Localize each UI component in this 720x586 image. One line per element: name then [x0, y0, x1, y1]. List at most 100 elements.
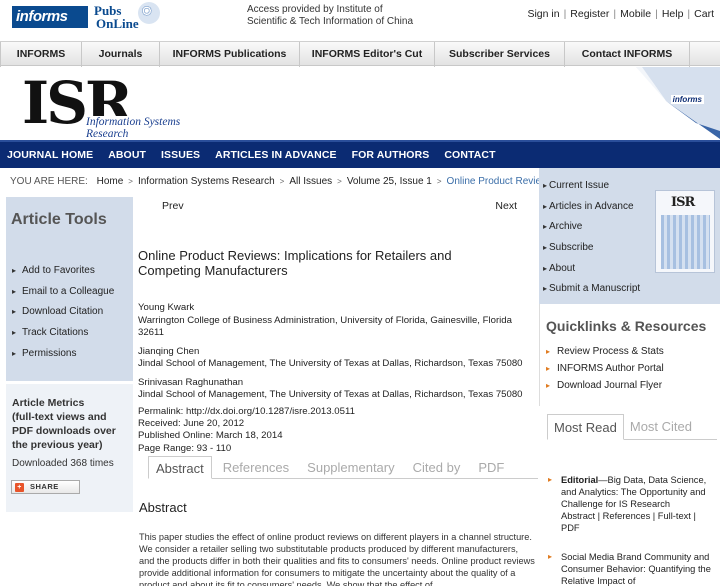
tab-abstract[interactable]: Abstract — [148, 456, 212, 479]
author-entry: Young Kwark Warrington College of Busine… — [138, 302, 538, 340]
list-item[interactable]: Editorial—Big Data, Data Science, and An… — [545, 474, 717, 534]
quicklinks-title: Quicklinks & Resources — [546, 318, 707, 334]
article-main: Prev Next Online Product Reviews: Implic… — [138, 195, 538, 586]
nav-informs-publications[interactable]: INFORMS Publications — [160, 42, 300, 67]
page-range: Page Range: 93 - 110 — [138, 442, 232, 454]
chevron-right-icon: > — [128, 177, 133, 186]
nav-contact[interactable]: CONTACT — [444, 149, 495, 161]
download-count: Downloaded 368 times — [12, 458, 114, 469]
breadcrumb-prefix: YOU ARE HERE: — [10, 176, 88, 187]
submit-manuscript-link[interactable]: Submit a Manuscript — [543, 282, 640, 303]
access-provided-text: Access provided by Institute of Scientif… — [247, 4, 414, 27]
tab-pdf[interactable]: PDF — [471, 456, 511, 478]
nav-subscriber-services[interactable]: Subscriber Services — [435, 42, 565, 67]
abstract-text: This paper studies the effect of online … — [139, 532, 535, 586]
author-list: Young Kwark Warrington College of Busine… — [138, 302, 538, 408]
breadcrumb-home[interactable]: Home — [97, 176, 124, 187]
author-affiliation: Warrington College of Business Administr… — [138, 314, 512, 339]
current-issue-link[interactable]: Current Issue — [543, 179, 640, 200]
nav-about[interactable]: ABOUT — [108, 149, 146, 161]
add-to-favorites-link[interactable]: Add to Favorites — [12, 264, 114, 285]
prev-link[interactable]: Prev — [162, 200, 184, 212]
breadcrumb-issue[interactable]: Volume 25, Issue 1 — [347, 176, 432, 187]
email-colleague-link[interactable]: Email to a Colleague — [12, 285, 114, 306]
article-tools-list: Add to Favorites Email to a Colleague Do… — [12, 264, 114, 367]
author-name[interactable]: Srinivasan Raghunathan — [138, 377, 538, 390]
right-sidebar: Current Issue Articles in Advance Archiv… — [539, 168, 720, 586]
share-icon: + — [15, 483, 24, 492]
about-link[interactable]: About — [543, 262, 640, 283]
nav-journals[interactable]: Journals — [82, 42, 160, 67]
account-links: Sign in | Register | Mobile | Help | Cart — [527, 8, 714, 20]
global-nav: INFORMS Journals INFORMS Publications IN… — [0, 41, 720, 67]
quicklinks-list: Review Process & Stats INFORMS Author Po… — [546, 346, 664, 397]
journal-flyer-link[interactable]: Download Journal Flyer — [546, 380, 664, 397]
breadcrumb-all-issues[interactable]: All Issues — [289, 176, 332, 187]
tab-most-read[interactable]: Most Read — [547, 414, 624, 440]
share-button[interactable]: + SHARE — [11, 480, 80, 494]
permalink-link[interactable]: http://dx.doi.org/10.1287/isre.2013.0511 — [186, 406, 355, 417]
chevron-right-icon: > — [436, 177, 442, 186]
tab-most-cited[interactable]: Most Cited — [624, 414, 698, 439]
tab-cited-by[interactable]: Cited by — [406, 456, 468, 478]
informs-logo[interactable]: informs — [12, 6, 88, 28]
journal-cover-image[interactable]: ISR — [655, 190, 715, 273]
nav-issues[interactable]: ISSUES — [161, 149, 200, 161]
download-citation-link[interactable]: Download Citation — [12, 305, 114, 326]
register-link[interactable]: Register — [570, 8, 609, 20]
list-item[interactable]: Social Media Brand Community and Consume… — [545, 551, 717, 586]
subscribe-link[interactable]: Subscribe — [543, 241, 640, 262]
most-read-list: Editorial—Big Data, Data Science, and An… — [545, 474, 717, 586]
author-name[interactable]: Young Kwark — [138, 302, 538, 315]
most-tabs: Most Read Most Cited — [547, 414, 717, 440]
isr-logo[interactable]: ISR Information Systems Research — [22, 73, 222, 140]
article-title: Online Product Reviews: Implications for… — [138, 248, 452, 278]
cart-link[interactable]: Cart — [694, 8, 714, 20]
chevron-right-icon: > — [279, 177, 285, 186]
archive-link[interactable]: Archive — [543, 220, 640, 241]
tab-supplementary[interactable]: Supplementary — [300, 456, 401, 478]
breadcrumb-journal[interactable]: Information Systems Research — [138, 176, 275, 187]
journal-links-box: Current Issue Articles in Advance Archiv… — [539, 168, 720, 304]
article-pager: Prev Next — [162, 200, 517, 212]
published-date: Published Online: March 18, 2014 — [138, 430, 283, 442]
left-sidebar: Article Tools Add to Favorites Email to … — [6, 197, 133, 582]
article-metrics-title: Article Metrics — [12, 397, 85, 409]
mobile-link[interactable]: Mobile — [620, 8, 651, 20]
next-link[interactable]: Next — [495, 200, 517, 212]
author-portal-link[interactable]: INFORMS Author Portal — [546, 363, 664, 380]
nav-contact-informs[interactable]: Contact INFORMS — [565, 42, 690, 67]
informs-corner-badge: informs — [670, 95, 704, 104]
journal-nav: JOURNAL HOME ABOUT ISSUES ARTICLES IN AD… — [0, 140, 720, 168]
journal-links-list: Current Issue Articles in Advance Archiv… — [543, 179, 640, 303]
track-citations-link[interactable]: Track Citations — [12, 326, 114, 347]
nav-articles-in-advance[interactable]: ARTICLES IN ADVANCE — [215, 149, 337, 161]
permalink-label: Permalink: — [138, 406, 184, 417]
journal-banner: ISR Information Systems Research informs — [0, 67, 720, 140]
globe-icon — [138, 2, 160, 24]
chevron-right-icon: > — [337, 177, 342, 186]
nav-for-authors[interactable]: FOR AUTHORS — [352, 149, 430, 161]
articles-in-advance-link[interactable]: Articles in Advance — [543, 200, 640, 221]
article-tools-title: Article Tools — [11, 211, 107, 228]
article-meta: Permalink: http://dx.doi.org/10.1287/isr… — [138, 406, 355, 455]
tab-references[interactable]: References — [216, 456, 296, 478]
author-affiliation: Jindal School of Management, The Univers… — [138, 389, 523, 400]
most-read-item-links[interactable]: Abstract | References | Full-text | PDF — [561, 511, 696, 533]
author-affiliation: Jindal School of Management, The Univers… — [138, 358, 523, 369]
received-date: Received: June 20, 2012 — [138, 418, 245, 430]
nav-journal-home[interactable]: JOURNAL HOME — [7, 149, 93, 161]
article-metrics-desc: (full-text views and PDF downloads over … — [12, 411, 116, 451]
top-bar: informs Pubs OnLine Access provided by I… — [0, 0, 720, 40]
sign-in-link[interactable]: Sign in — [527, 8, 559, 20]
quicklinks-box: Quicklinks & Resources Review Process & … — [539, 304, 720, 406]
article-tools-box: Article Tools Add to Favorites Email to … — [6, 197, 133, 381]
article-tabs: Abstract References Supplementary Cited … — [148, 456, 538, 479]
breadcrumb: YOU ARE HERE: Home > Information Systems R… — [10, 176, 567, 187]
nav-editors-cut[interactable]: INFORMS Editor's Cut — [300, 42, 435, 67]
review-process-link[interactable]: Review Process & Stats — [546, 346, 664, 363]
help-link[interactable]: Help — [662, 8, 684, 20]
nav-informs[interactable]: INFORMS — [0, 42, 82, 67]
author-name[interactable]: Jianqing Chen — [138, 346, 538, 359]
permissions-link[interactable]: Permissions — [12, 347, 114, 368]
